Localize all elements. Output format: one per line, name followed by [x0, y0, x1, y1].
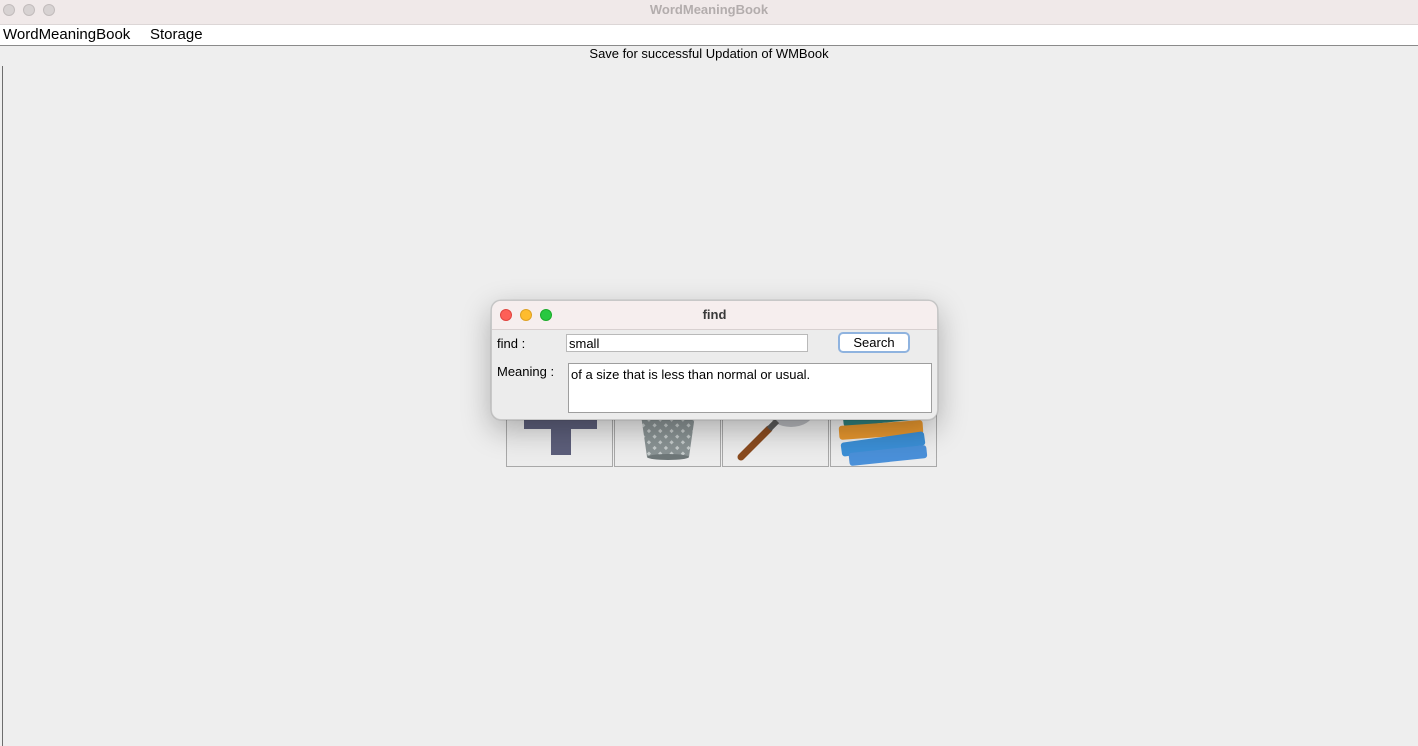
meaning-label: Meaning : [497, 364, 555, 379]
status-message: Save for successful Updation of WMBook [589, 46, 829, 61]
dialog-title: find [702, 307, 727, 322]
window-title: WordMeaningBook [649, 2, 769, 17]
find-input[interactable] [566, 334, 808, 352]
find-label: find : [497, 336, 526, 351]
window-titlebar: WordMeaningBook [0, 0, 1418, 25]
menu-wordmeaningbook[interactable]: WordMeaningBook [3, 26, 130, 43]
menubar: WordMeaningBook Storage [0, 25, 1418, 46]
meaning-textarea[interactable]: of a size that is less than normal or us… [568, 363, 932, 413]
menu-storage[interactable]: Storage [150, 26, 203, 43]
dialog-titlebar: find [492, 301, 937, 330]
find-dialog: find find : Search Meaning : of a size t… [491, 300, 938, 420]
search-button[interactable]: Search [838, 332, 910, 353]
main-window: WordMeaningBook WordMeaningBook Storage … [0, 0, 1418, 746]
left-border [2, 66, 3, 746]
